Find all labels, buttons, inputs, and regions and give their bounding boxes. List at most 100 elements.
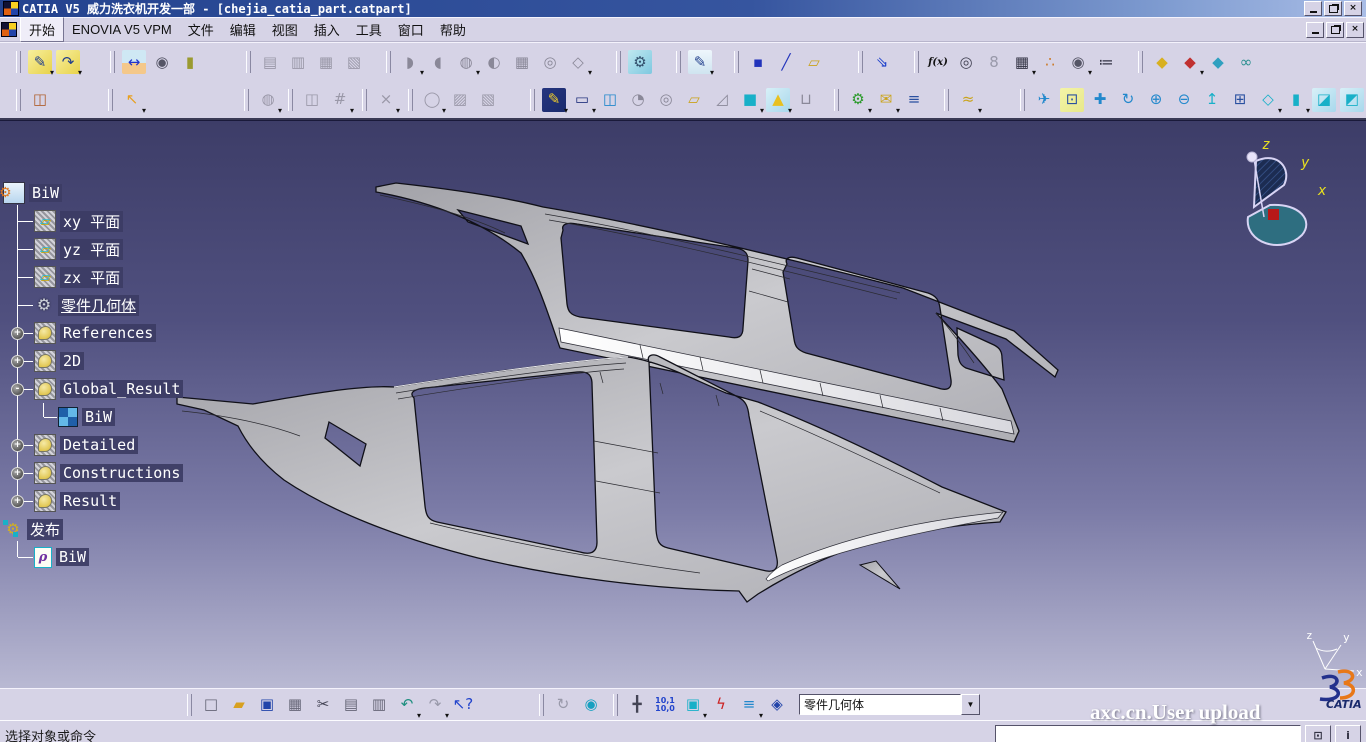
print-icon[interactable]: ▦: [283, 693, 307, 717]
tree-item-label[interactable]: Detailed: [60, 436, 138, 454]
compass-tool-icon[interactable]: ×▾: [374, 88, 398, 112]
render-style-icon[interactable]: ▮▾: [1284, 88, 1308, 112]
tree-item-label[interactable]: yz 平面: [60, 239, 123, 260]
tree-item-label[interactable]: 零件几何体: [58, 295, 139, 316]
tree-item-label[interactable]: Constructions: [60, 464, 183, 482]
normal-view-icon[interactable]: ↥: [1200, 88, 1224, 112]
multi-view-icon[interactable]: ⊞: [1228, 88, 1252, 112]
hole-icon[interactable]: ◎: [654, 88, 678, 112]
formula-icon[interactable]: f(x): [926, 50, 950, 74]
rotate-icon[interactable]: ↻: [1116, 88, 1140, 112]
sphere-icon[interactable]: ◯▾: [420, 88, 444, 112]
tree-item-detailed[interactable]: Detailed: [34, 431, 138, 459]
tree-item--[interactable]: 零件几何体: [34, 291, 139, 319]
tree-item-label[interactable]: BiW: [82, 408, 115, 426]
paste-icon[interactable]: ▥: [367, 693, 391, 717]
toolbar-handle[interactable]: [246, 51, 251, 73]
catalog-gray-1-icon[interactable]: ▤: [258, 50, 282, 74]
tree-item-label[interactable]: BiW: [56, 548, 89, 566]
menu-item-5[interactable]: 视图: [264, 18, 306, 41]
toolbar-handle[interactable]: [244, 89, 249, 111]
sketch-board-icon[interactable]: ✎▾: [688, 50, 712, 74]
copy-icon[interactable]: ▤: [339, 693, 363, 717]
tree-item-label[interactable]: BiW: [29, 184, 62, 202]
shell-icon[interactable]: ◔: [626, 88, 650, 112]
measure-inertia-icon[interactable]: ▮: [178, 50, 202, 74]
viewport-3d[interactable]: z y x z y x BiWxy 平面yz 平面zx 平面零件几何体Refer…: [0, 120, 1366, 688]
body-selector-combo[interactable]: 零件几何体▼: [799, 694, 980, 715]
settings-gear-icon[interactable]: ⚙: [628, 50, 652, 74]
mdi-minimize-button[interactable]: [1306, 22, 1324, 38]
toolbar-handle[interactable]: [858, 51, 863, 73]
grid-icon[interactable]: #▾: [328, 88, 352, 112]
spec-list-icon[interactable]: ≡▾: [737, 693, 761, 717]
redo-icon[interactable]: ↷▾: [423, 693, 447, 717]
look-at-icon[interactable]: ◍▾: [256, 88, 280, 112]
toolbar-handle[interactable]: [1020, 89, 1025, 111]
undo-icon[interactable]: ↶▾: [395, 693, 419, 717]
body-side-frame-rear[interactable]: [376, 183, 1058, 442]
depth-effect-icon[interactable]: ◫: [300, 88, 324, 112]
swap-space-icon[interactable]: ◩: [1340, 88, 1364, 112]
surface-edit-icon[interactable]: ▱: [682, 88, 706, 112]
iso-view-icon[interactable]: ◇▾: [1256, 88, 1280, 112]
collapse-toggle[interactable]: -: [11, 383, 24, 396]
mdi-restore-button[interactable]: [1326, 22, 1344, 38]
part-yellow-icon[interactable]: ◆: [1150, 50, 1174, 74]
mdi-close-button[interactable]: ×: [1346, 22, 1364, 38]
select-icon[interactable]: ↖▾: [120, 88, 144, 112]
axis-system-icon[interactable]: ╋: [625, 693, 649, 717]
enovia-globe-icon[interactable]: ◉: [579, 693, 603, 717]
tree-item--[interactable]: 发布: [3, 515, 63, 543]
menu-item-8[interactable]: 窗口: [390, 18, 432, 41]
tree-item-global-result[interactable]: Global_Result: [34, 375, 183, 403]
solid-loft-icon[interactable]: ◖: [426, 50, 450, 74]
save-icon[interactable]: ▣: [255, 693, 279, 717]
snap-icon[interactable]: 10,110,0: [653, 693, 677, 717]
pocket-icon[interactable]: ⊔: [794, 88, 818, 112]
axis-target-icon[interactable]: ◎: [538, 50, 562, 74]
part-cyan-icon[interactable]: ◆: [1206, 50, 1230, 74]
expand-toggle[interactable]: +: [11, 327, 24, 340]
sweep-surface-icon[interactable]: ▲▾: [766, 88, 790, 112]
power-input[interactable]: [995, 725, 1301, 742]
solid-close-icon[interactable]: ◐: [482, 50, 506, 74]
fit-all-icon[interactable]: ⊡: [1060, 88, 1084, 112]
tree-item-yz-[interactable]: yz 平面: [34, 235, 123, 263]
pad-icon[interactable]: ■▾: [738, 88, 762, 112]
tree-item-label[interactable]: Global_Result: [60, 380, 183, 398]
cut-icon[interactable]: ✂: [311, 693, 335, 717]
menu-item-1[interactable]: 开始: [20, 17, 64, 42]
positioned-sketch-icon[interactable]: ▭▾: [570, 88, 594, 112]
catalog-part-icon[interactable]: ▣▾: [681, 693, 705, 717]
tree-item-references[interactable]: References: [34, 319, 156, 347]
toolbar-handle[interactable]: [530, 89, 535, 111]
tree-item-label[interactable]: zx 平面: [60, 267, 123, 288]
spray-icon[interactable]: ▨: [448, 88, 472, 112]
tree-item-zx-[interactable]: zx 平面: [34, 263, 123, 291]
measure-between-icon[interactable]: ↔: [122, 50, 146, 74]
menu-item-6[interactable]: 插入: [306, 18, 348, 41]
measure-item-icon[interactable]: ◉: [150, 50, 174, 74]
catalog-gray-2-icon[interactable]: ▥: [286, 50, 310, 74]
lock-small-icon[interactable]: 8: [982, 50, 1006, 74]
menu-item-4[interactable]: 编辑: [222, 18, 264, 41]
comment-icon[interactable]: ◎: [954, 50, 978, 74]
menu-item-3[interactable]: 文件: [180, 18, 222, 41]
power-input-expand-button[interactable]: ⊡: [1305, 725, 1331, 742]
body-selector-dropdown-button[interactable]: ▼: [961, 694, 980, 715]
tree-item-biw[interactable]: BiW: [34, 543, 89, 571]
open-icon[interactable]: ▰: [227, 693, 251, 717]
layers-icon[interactable]: ≈▾: [956, 88, 980, 112]
tree-item-result[interactable]: Result: [34, 487, 120, 515]
knowledge-icon[interactable]: ϟ: [709, 693, 733, 717]
solid-pattern-icon[interactable]: ▦: [510, 50, 534, 74]
toolbar-handle[interactable]: [288, 89, 293, 111]
tree-item-label[interactable]: References: [60, 324, 156, 342]
tree-item-constructions[interactable]: Constructions: [34, 459, 183, 487]
toolbar-handle[interactable]: [110, 51, 115, 73]
zoom-in-icon[interactable]: ⊕: [1144, 88, 1168, 112]
solid-box-icon[interactable]: ◇▾: [566, 50, 590, 74]
toolbar-handle[interactable]: [944, 89, 949, 111]
toolbar-handle[interactable]: [676, 51, 681, 73]
